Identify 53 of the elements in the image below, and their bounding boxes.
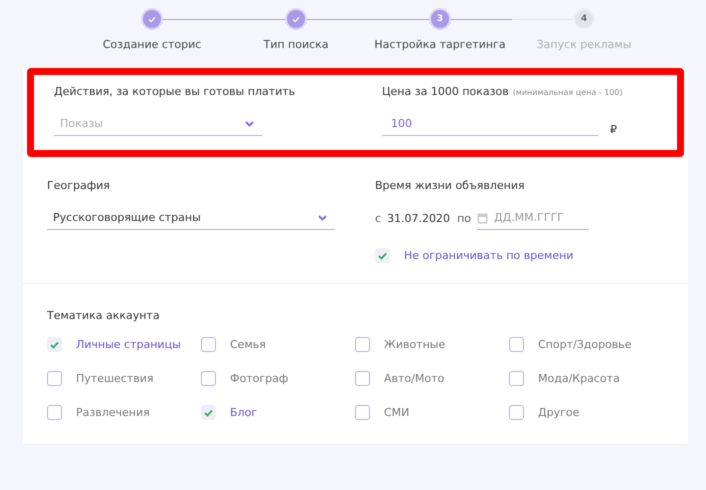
to-date-field[interactable]: ДД.ММ.ГГГГ [476,206,589,230]
chevron-down-icon [318,214,327,220]
checkbox-label: Мода/Красота [538,372,620,385]
field-label: Время жизни объявления [375,179,526,192]
from-date: 31.07.2020 [387,212,452,224]
checkbox[interactable] [355,337,370,352]
field-label: География [47,179,111,192]
check-icon [204,408,213,416]
checkbox-label: Семья [230,338,266,351]
step-number: 4 [580,14,588,24]
checkbox-label: Блог [230,406,258,419]
checkbox[interactable] [509,405,524,420]
checkbox-label: СМИ [384,406,410,419]
check-icon [378,252,387,260]
checkbox-label: Спорт/Здоровье [538,338,632,351]
step-label: Настройка таргетинга [374,38,506,51]
checkbox-label: Другое [538,406,580,419]
checkbox-label: Путешествия [76,372,154,385]
checkbox-label: Животные [384,338,446,351]
checkbox[interactable] [201,405,216,420]
checkbox-label: Не ограничивать по времени [404,249,574,262]
calendar-icon [476,212,488,224]
checkbox-label: Развлечения [76,406,150,419]
checkbox[interactable] [509,337,524,352]
step-number: 3 [436,14,444,24]
field-label: Действия, за которые вы готовы платить [54,85,296,98]
step-label: Создание сторис [102,38,202,51]
field-hint: (минимальная цена - 100) [512,88,623,97]
checkbox[interactable] [201,337,216,352]
step-label: Тип поиска [263,38,329,51]
checkbox[interactable] [355,405,370,420]
checkbox[interactable] [375,248,390,263]
to-label: по [457,212,471,224]
check-icon [148,16,156,22]
price-input[interactable]: 100 [382,112,598,136]
field-label: Цена за 1000 показов [382,85,509,98]
checkbox-label: Личные страницы [76,338,181,351]
check-icon [50,340,59,348]
step-label: Запуск рекламы [536,38,632,51]
checkbox[interactable] [47,405,62,420]
checkbox[interactable] [47,371,62,386]
currency-sign: ₽ [610,123,617,136]
checkbox[interactable] [509,371,524,386]
checkbox[interactable] [47,337,62,352]
checkbox[interactable] [355,371,370,386]
from-label: с [375,212,382,224]
checkbox[interactable] [201,371,216,386]
geography-select[interactable]: Русскоговорящие страны [47,206,335,230]
chevron-down-icon [245,120,254,126]
section-title: Тематика аккаунта [47,309,160,322]
check-icon [292,16,300,22]
checkbox-label: Авто/Мото [384,372,444,385]
checkbox-label: Фотограф [230,372,288,385]
